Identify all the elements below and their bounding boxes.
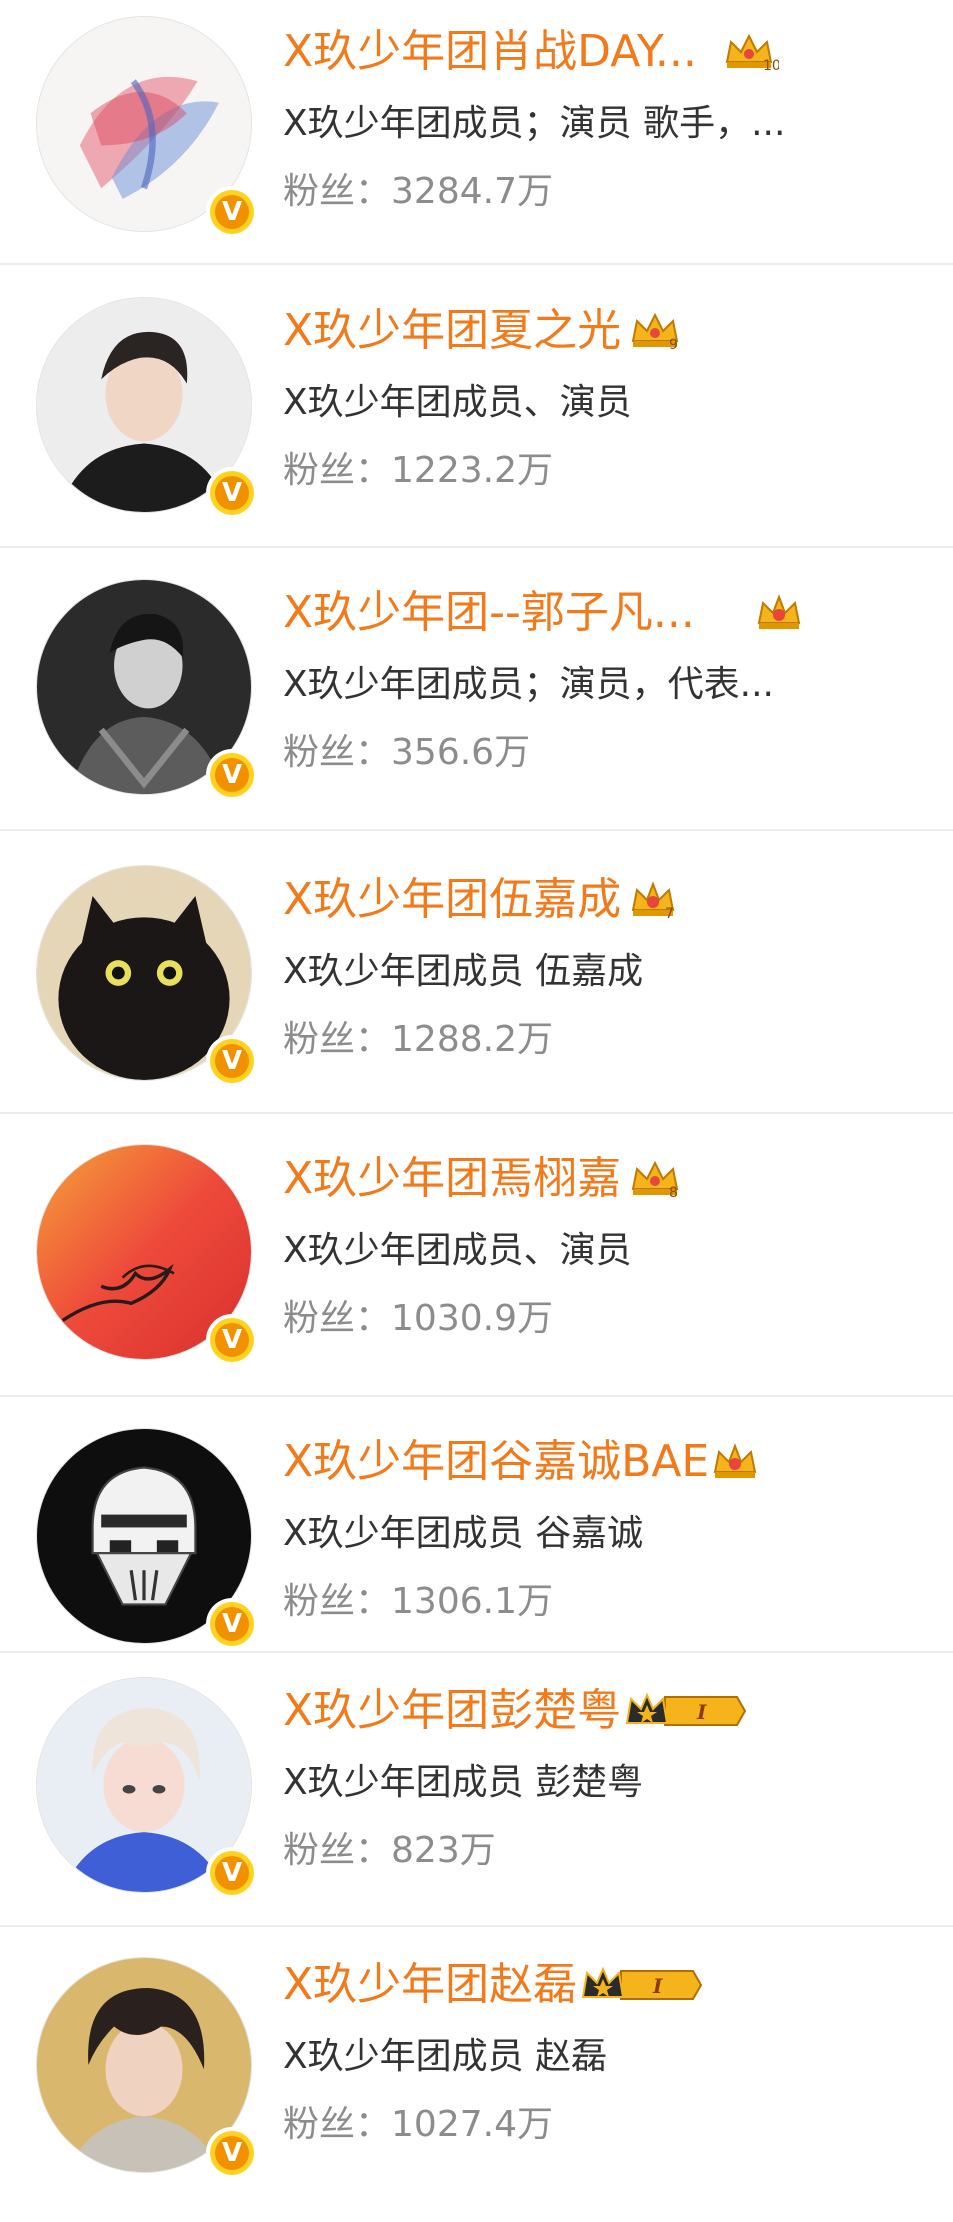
crown-level-icon: 10 [723,32,779,72]
crown-level-icon: 7 [629,880,677,920]
verified-badge-icon: V [206,1314,258,1366]
user-name-text: X玖少年团彭楚粤 [283,1685,622,1736]
crown-level-text: 9 [669,337,678,351]
fans-count: 粉丝：1027.4万 [283,2101,933,2149]
fans-value: 1306.1万 [391,1581,553,1622]
fans-value: 1223.2万 [391,450,553,491]
avatar-container[interactable]: V [36,1957,258,2179]
avatar-container[interactable]: V [36,865,258,1087]
crown-tag-text: I [652,1974,663,1998]
user-description: X玖少年团成员、演员 [283,382,632,423]
user-name-text: X玖少年团焉栩嘉 [283,1153,622,1204]
fans-value: 1027.4万 [391,2104,553,2145]
fans-value: 1030.9万 [391,1298,553,1339]
user-info: X玖少年团夏之光 9 X玖少年团成员、演员 粉丝：1223.2万 [283,303,933,495]
avatar-container[interactable]: V [36,16,258,238]
crown-star-tag-icon: I [625,1691,749,1731]
user-description: X玖少年团成员 彭楚粤 [283,1762,644,1803]
fans-label: 粉丝： [283,450,392,491]
fans-count: 粉丝：1030.9万 [283,1295,933,1343]
fans-value: 3284.7万 [391,171,553,212]
user-name[interactable]: X玖少年团焉栩嘉 8 [283,1151,933,1207]
fans-count: 粉丝：1288.2万 [283,1016,933,1064]
user-description: X玖少年团成员 伍嘉成 [283,951,644,992]
user-row[interactable]: V X玖少年团肖战DAY... 10 X玖少年团成员；演员 歌手，... 粉丝：… [0,0,953,265]
user-description: X玖少年团成员；演员 歌手，... [283,103,786,144]
verified-badge-icon: V [206,2127,258,2179]
crown-tag-text: I [696,1700,707,1724]
fans-label: 粉丝： [283,1830,392,1871]
user-description: X玖少年团成员、演员 [283,1230,632,1271]
user-description: X玖少年团成员 谷嘉诚 [283,1513,644,1554]
fans-label: 粉丝： [283,1581,392,1622]
user-name-text: X玖少年团夏之光 [283,305,622,356]
verified-badge-icon: V [206,1598,258,1650]
verified-badge-icon: V [206,467,258,519]
user-name-text: X玖少年团肖战DAY... [283,26,697,77]
user-row[interactable]: V X玖少年团谷嘉诚BAE X玖少年团成员 谷嘉诚 粉丝：1306.1万 [0,1397,953,1653]
user-name[interactable]: X玖少年团夏之光 9 [283,303,933,359]
user-row[interactable]: V X玖少年团夏之光 9 X玖少年团成员、演员 粉丝：1223.2万 [0,265,953,548]
avatar-container[interactable]: V [36,579,258,801]
crown-level-icon [755,593,803,633]
user-info: X玖少年团肖战DAY... 10 X玖少年团成员；演员 歌手，... 粉丝：32… [283,24,933,216]
user-description: X玖少年团成员 赵磊 [283,2036,608,2077]
crown-level-text: 8 [669,1185,678,1199]
user-row[interactable]: V X玖少年团伍嘉成 7 X玖少年团成员 伍嘉成 粉丝：1288.2万 [0,831,953,1114]
crown-level-icon [711,1442,759,1482]
crown-level-icon: 9 [629,311,685,351]
fans-count: 粉丝：356.6万 [283,729,933,777]
user-info: X玖少年团--郭子凡... X玖少年团成员；演员，代表... 粉丝：356.6万 [283,585,933,777]
crown-level-icon: 8 [629,1159,685,1199]
verified-badge-icon: V [206,1035,258,1087]
fans-value: 823万 [391,1830,496,1871]
user-row[interactable]: V X玖少年团--郭子凡... X玖少年团成员；演员，代表... 粉丝：356.… [0,548,953,831]
user-name[interactable]: X玖少年团谷嘉诚BAE [283,1434,933,1490]
avatar-container[interactable]: V [36,297,258,519]
verified-badge-icon: V [206,186,258,238]
fans-count: 粉丝：1223.2万 [283,447,933,495]
fans-count: 粉丝：3284.7万 [283,168,933,216]
fans-count: 粉丝：823万 [283,1827,933,1875]
fans-label: 粉丝： [283,171,392,212]
avatar-container[interactable]: V [36,1677,258,1899]
fans-label: 粉丝： [283,732,392,773]
user-info: X玖少年团伍嘉成 7 X玖少年团成员 伍嘉成 粉丝：1288.2万 [283,872,933,1064]
user-row[interactable]: V X玖少年团彭楚粤 I X玖少年团成员 彭楚粤 粉丝：823万 [0,1653,953,1927]
crown-star-tag-icon: I [581,1965,705,2005]
avatar-container[interactable]: V [36,1144,258,1366]
user-name[interactable]: X玖少年团--郭子凡... [283,585,933,641]
user-name-text: X玖少年团--郭子凡... [283,587,695,638]
user-name[interactable]: X玖少年团赵磊 I [283,1957,933,2013]
user-row[interactable]: V X玖少年团赵磊 I X玖少年团成员 赵磊 粉丝：1027.4万 [0,1927,953,2222]
fans-count: 粉丝：1306.1万 [283,1578,933,1626]
user-name-text: X玖少年团伍嘉成 [283,874,622,925]
verified-badge-icon: V [206,749,258,801]
fans-label: 粉丝： [283,1019,392,1060]
fans-label: 粉丝： [283,2104,392,2145]
fans-label: 粉丝： [283,1298,392,1339]
user-name[interactable]: X玖少年团彭楚粤 I [283,1683,933,1739]
fans-value: 1288.2万 [391,1019,553,1060]
user-info: X玖少年团赵磊 I X玖少年团成员 赵磊 粉丝：1027.4万 [283,1957,933,2149]
user-info: X玖少年团彭楚粤 I X玖少年团成员 彭楚粤 粉丝：823万 [283,1683,933,1875]
user-name-text: X玖少年团谷嘉诚BAE [283,1436,710,1487]
user-name[interactable]: X玖少年团伍嘉成 7 [283,872,933,928]
avatar-container[interactable]: V [36,1428,258,1650]
user-name-text: X玖少年团赵磊 [283,1959,578,2010]
user-row[interactable]: V X玖少年团焉栩嘉 8 X玖少年团成员、演员 粉丝：1030.9万 [0,1114,953,1397]
user-name[interactable]: X玖少年团肖战DAY... 10 [283,24,933,80]
verified-badge-icon: V [206,1847,258,1899]
user-info: X玖少年团谷嘉诚BAE X玖少年团成员 谷嘉诚 粉丝：1306.1万 [283,1434,933,1626]
user-info: X玖少年团焉栩嘉 8 X玖少年团成员、演员 粉丝：1030.9万 [283,1151,933,1343]
crown-level-text: 7 [665,906,674,920]
fans-value: 356.6万 [391,732,531,773]
user-description: X玖少年团成员；演员，代表... [283,664,774,705]
crown-level-text: 10 [763,58,779,72]
